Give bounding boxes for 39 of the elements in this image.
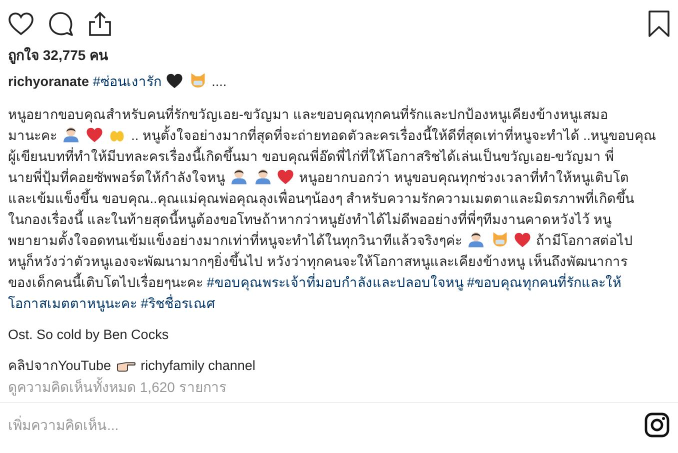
caption-text: มานะคะ: [8, 128, 57, 143]
person-icon: [230, 167, 248, 185]
caption-text: หนูอยากขอบคุณสำหรับคนที่รักขวัญเอย-ขวัญมา และขอบคุณทุกคนที่รักและปกป้องหนูเคียงข้างหนูเสมอ: [8, 107, 608, 122]
caption-text: Ost. So cold by Ben Cocks: [8, 327, 169, 342]
caption-text: หนูก็หวังว่าตัวหนูเองจะพัฒนามากๆยิ่งขึ้นไป หวังว่าทุกคนจะให้โอกาสหนูและเคียงข้างหนู เห็นถึงพัฒนาการ: [8, 254, 628, 269]
camera-icon[interactable]: [644, 412, 670, 438]
heart-icon: [514, 232, 532, 248]
like-count[interactable]: ถูกใจ 32,775 คน: [8, 44, 670, 66]
hashtag-link[interactable]: #ริชชื่อรเณศ: [140, 296, 216, 311]
hashtag-link[interactable]: #ซ่อนเงารัก: [92, 74, 162, 89]
caption-text: richyfamily channel: [140, 358, 256, 373]
caption-text: ผู้เขียนบทที่ทำให้มีบทละครเรื่องนี้เกิดขึ้นมา ขอบคุณพี่อ๊ดพี่ไก่ที่ให้โอกาสริชได้เล่นเป็นขวัญเอย-ขวัญมา พี่: [8, 149, 614, 164]
caption-text: .. หนูตั้งใจอย่างมากที่สุดที่จะถ่ายทอดตัวละครเรื่องนี้ให้ดีที่สุดเท่าที่หนูจะทำได้ ..หนูขอบคุณ: [131, 128, 657, 143]
person-icon: [254, 167, 272, 185]
caption-text: คลิปจากYouTube: [8, 358, 112, 373]
heart-icon: [277, 169, 294, 185]
caption-text: ในกองเรื่องนี้ และในท้ายสุดนี้หนูต้องขอโทษถ้าหากว่าหนูยังทำได้ไม่ดีพออย่างที่พี่ๆทีมงานคาดหวังไว้ หนู: [8, 212, 612, 227]
comment-input[interactable]: เพิ่มความคิดเห็น...: [8, 415, 644, 435]
caption-text: พยายามตั้งใจอดทนเข้มแข็งอย่างมากเท่าที่หนูจะทำได้ในทุกวินาทีแล้วจริงๆค่ะ: [8, 233, 462, 248]
caption-text: และเข้มแข็งขึ้น ขอบคุณ..คุณแม่คุณพ่อคุณลุงเพื่อนๆน้องๆ สำหรับความรักความเมตตาและมิตรภาพที่เกิดขึ้น: [8, 191, 634, 206]
cat-face-icon: [490, 230, 509, 248]
person-icon: [62, 125, 80, 143]
comment-icon[interactable]: [48, 11, 74, 37]
heart-icon: [86, 127, 103, 143]
caption-text: ....: [212, 74, 227, 89]
cat-face-icon: [188, 71, 207, 89]
like-icon[interactable]: [8, 12, 34, 36]
caption-text: ของเด็กคนนี้เติบโตไปเรื่อยๆนะคะ: [8, 275, 203, 290]
hashtag-link[interactable]: โอกาสเมตตาหนูนะคะ: [8, 296, 137, 311]
share-icon[interactable]: [88, 11, 112, 37]
caption-text: นายพี่ปุ้มที่คอยซัพพอร์ตให้กำลังใจหนู: [8, 170, 225, 185]
heart-icon: [166, 73, 184, 89]
person-icon: [466, 230, 485, 248]
bookmark-icon[interactable]: [648, 10, 670, 38]
caption-text: หนูอยากบอกว่า หนูขอบคุณทุกช่วงเวลาที่ทำให้หนูเติบโต: [299, 170, 629, 185]
username-link[interactable]: richyoranate: [8, 74, 90, 89]
hashtag-link[interactable]: #ขอบคุณพระเจ้าที่มอบกำลังและปลอบใจหนู: [206, 275, 464, 290]
hashtag-link[interactable]: #ขอบคุณทุกคนที่รักและให้: [467, 275, 622, 290]
caption-text: ถ้ามีโอกาสต่อไป: [536, 233, 634, 248]
